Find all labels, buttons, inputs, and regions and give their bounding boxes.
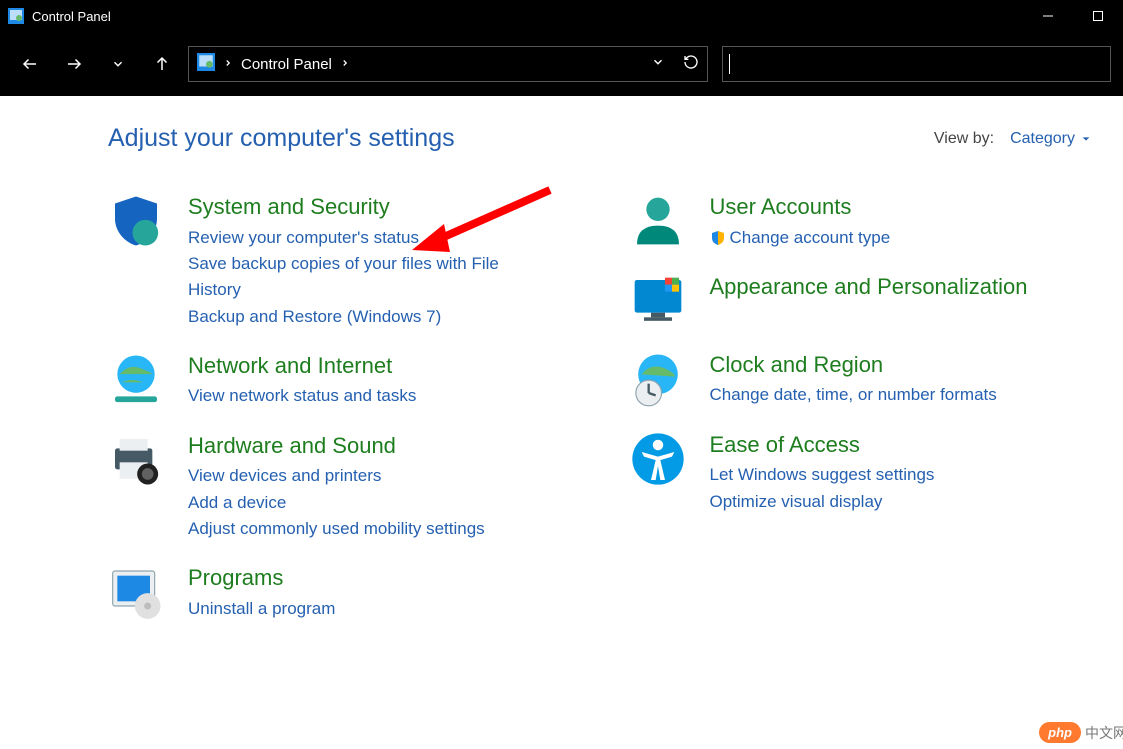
category-link[interactable]: Optimize visual display [710, 489, 935, 515]
printer-icon [108, 432, 164, 488]
toolbar: Control Panel [0, 32, 1123, 96]
shield-icon [108, 193, 164, 249]
category-programs: Programs Uninstall a program [108, 564, 570, 622]
category-title[interactable]: Network and Internet [188, 352, 416, 380]
control-panel-icon [8, 8, 24, 24]
programs-icon [108, 564, 164, 620]
maximize-button[interactable] [1073, 0, 1123, 32]
category-network: Network and Internet View network status… [108, 352, 570, 410]
watermark: php 中文网 [1039, 722, 1123, 743]
globe-icon [108, 352, 164, 408]
watermark-pill: php [1039, 722, 1081, 743]
window-controls [1023, 0, 1123, 32]
viewby-value: Category [1010, 130, 1075, 148]
category-link[interactable]: Add a device [188, 490, 485, 516]
category-link[interactable]: Change date, time, or number formats [710, 382, 997, 408]
breadcrumb-item[interactable]: Control Panel [241, 56, 332, 73]
category-clock-region: Clock and Region Change date, time, or n… [630, 351, 1092, 409]
category-title[interactable]: Hardware and Sound [188, 432, 485, 460]
viewby-control[interactable]: View by: Category [934, 130, 1091, 148]
category-title[interactable]: Appearance and Personalization [710, 273, 1028, 301]
address-bar[interactable]: Control Panel [188, 46, 708, 82]
control-panel-addr-icon [197, 53, 215, 76]
up-button[interactable] [144, 46, 180, 82]
category-title[interactable]: User Accounts [710, 193, 891, 221]
category-hardware: Hardware and Sound View devices and prin… [108, 432, 570, 543]
category-title[interactable]: Programs [188, 564, 335, 592]
watermark-text: 中文网 [1085, 723, 1123, 743]
category-link[interactable]: View devices and printers [188, 463, 485, 489]
categories-col-1: System and Security Review your computer… [108, 193, 570, 644]
forward-button[interactable] [56, 46, 92, 82]
categories-col-2: User Accounts Change account type Appear… [630, 193, 1092, 644]
category-link[interactable]: Let Windows suggest settings [710, 462, 935, 488]
content-area: Adjust your computer's settings View by:… [0, 96, 1123, 664]
viewby-label: View by: [934, 130, 994, 148]
category-title[interactable]: Clock and Region [710, 351, 997, 379]
category-link[interactable]: Backup and Restore (Windows 7) [188, 304, 548, 330]
user-icon [630, 193, 686, 249]
category-link[interactable]: Save backup copies of your files with Fi… [188, 251, 548, 304]
category-link-label: Change account type [730, 225, 891, 251]
category-title[interactable]: System and Security [188, 193, 548, 221]
monitor-icon [630, 273, 686, 329]
refresh-button[interactable] [683, 54, 699, 75]
clock-globe-icon [630, 351, 686, 407]
search-input[interactable] [730, 57, 1110, 72]
uac-shield-icon [710, 230, 726, 246]
search-bar[interactable] [722, 46, 1111, 82]
category-link[interactable]: Review your computer's status [188, 225, 548, 251]
accessibility-icon [630, 431, 686, 487]
dropdown-caret-icon [1081, 134, 1091, 144]
category-title[interactable]: Ease of Access [710, 431, 935, 459]
category-system-security: System and Security Review your computer… [108, 193, 570, 330]
category-user-accounts: User Accounts Change account type [630, 193, 1092, 251]
window-title: Control Panel [32, 9, 111, 24]
category-appearance: Appearance and Personalization [630, 273, 1092, 329]
category-ease-of-access: Ease of Access Let Windows suggest setti… [630, 431, 1092, 515]
category-link[interactable]: Change account type [710, 225, 891, 251]
recent-dropdown[interactable] [100, 46, 136, 82]
chevron-right-icon [223, 55, 233, 73]
minimize-button[interactable] [1023, 0, 1073, 32]
chevron-right-icon [340, 55, 350, 73]
category-link[interactable]: Adjust commonly used mobility settings [188, 516, 485, 542]
category-link[interactable]: Uninstall a program [188, 596, 335, 622]
chevron-down-icon[interactable] [651, 55, 665, 74]
back-button[interactable] [12, 46, 48, 82]
category-link[interactable]: View network status and tasks [188, 383, 416, 409]
titlebar: Control Panel [0, 0, 1123, 32]
page-title: Adjust your computer's settings [108, 124, 455, 153]
